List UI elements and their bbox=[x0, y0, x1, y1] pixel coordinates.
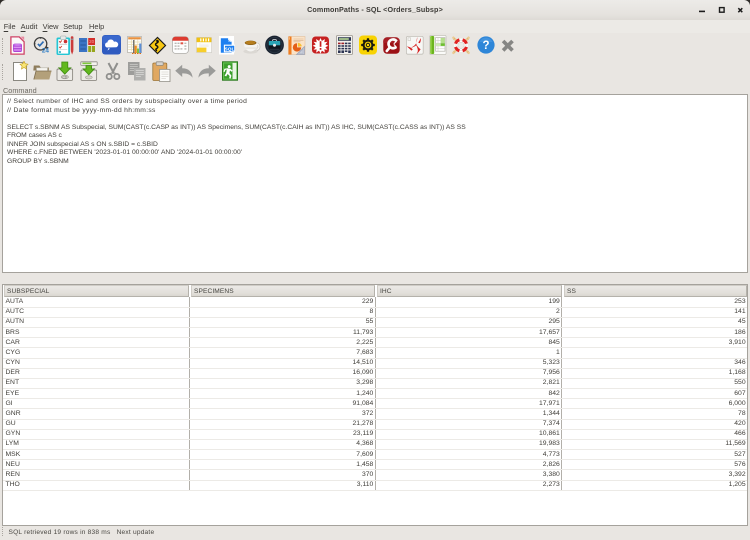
svg-text:SQL: SQL bbox=[224, 46, 234, 51]
svg-text:CD: CD bbox=[62, 75, 67, 79]
svg-text:20: 20 bbox=[89, 39, 95, 44]
svg-text:24: 24 bbox=[42, 47, 50, 53]
svg-text:?: ? bbox=[482, 39, 489, 51]
